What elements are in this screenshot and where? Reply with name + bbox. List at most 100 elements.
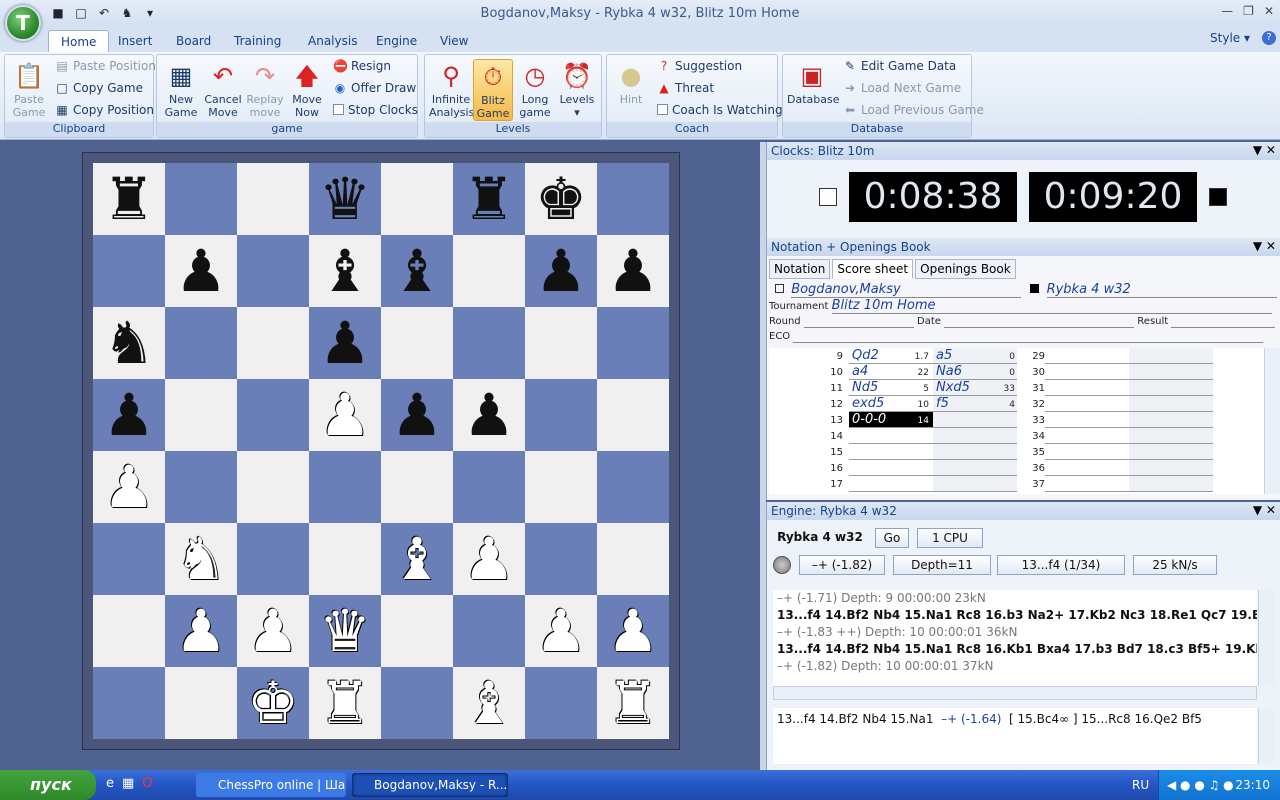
- black-move[interactable]: [933, 476, 1017, 492]
- white-pawn-icon[interactable]: ♟: [247, 595, 299, 667]
- square-e8[interactable]: [381, 163, 453, 235]
- database-button[interactable]: ▣ Database: [787, 59, 840, 121]
- square-h1[interactable]: ♜: [597, 667, 669, 739]
- square-f3[interactable]: ♟: [453, 523, 525, 595]
- stop-clocks-checkbox[interactable]: Stop Clocks: [333, 103, 418, 123]
- suggestion-button[interactable]: ? Suggestion: [657, 59, 742, 79]
- minimize-icon[interactable]: —: [1221, 4, 1233, 18]
- square-c1[interactable]: ♚: [237, 667, 309, 739]
- square-a3[interactable]: [93, 523, 165, 595]
- square-f5[interactable]: ♟: [453, 379, 525, 451]
- save-icon[interactable]: ■: [48, 3, 68, 23]
- new-game-button[interactable]: ▦ New Game: [161, 59, 201, 121]
- load-previous-game-button[interactable]: ⬅ Load Previous Game: [843, 103, 984, 123]
- white-move-right[interactable]: [1045, 460, 1129, 476]
- tab-notation[interactable]: Notation: [769, 259, 831, 279]
- square-b8[interactable]: [165, 163, 237, 235]
- copy-game-button[interactable]: □ Copy Game: [55, 81, 143, 101]
- square-e2[interactable]: [381, 595, 453, 667]
- white-move-right[interactable]: [1045, 444, 1129, 460]
- square-d3[interactable]: [309, 523, 381, 595]
- square-f4[interactable]: [453, 451, 525, 523]
- square-a8[interactable]: ♜: [93, 163, 165, 235]
- engine-line-moves[interactable]: 13...f4 14.Bf2 Nb4 15.Na1 Rc8 16.b3 Na2+…: [777, 607, 1257, 624]
- notation-scrollbar[interactable]: [1264, 348, 1280, 494]
- engine-line-moves[interactable]: 13...f4 14.Bf2 Nb4 15.Na1 Rc8 16.Kb1 Bxa…: [777, 641, 1257, 658]
- white-move-right[interactable]: [1045, 364, 1129, 380]
- black-knight-icon[interactable]: ♞: [103, 307, 155, 379]
- square-h4[interactable]: [597, 451, 669, 523]
- score-sheet[interactable]: 9 Qd2 1.7 a5 0 29 10 a4 22 Na6 0 30 11 Nd5 5 Nxd5 33 31 12…: [769, 348, 1265, 494]
- white-knight-icon[interactable]: ♞: [175, 523, 227, 595]
- black-move-right[interactable]: [1129, 444, 1213, 460]
- white-pawn-icon[interactable]: ♟: [103, 451, 155, 523]
- white-rook-icon[interactable]: ♜: [319, 667, 371, 739]
- document-icon[interactable]: □: [71, 3, 91, 23]
- square-c6[interactable]: [237, 307, 309, 379]
- taskbar-item-chesspro[interactable]: ChessPro online | Ша...: [196, 773, 346, 797]
- square-a6[interactable]: ♞: [93, 307, 165, 379]
- undo-icon[interactable]: ↶: [94, 3, 114, 23]
- edit-game-data-button[interactable]: ✎ Edit Game Data: [843, 59, 956, 79]
- black-bishop-icon[interactable]: ♝: [319, 235, 371, 307]
- engine-lines[interactable]: –+ (-1.71) Depth: 9 00:00:00 23kN 13...f4…: [773, 590, 1257, 686]
- square-b4[interactable]: [165, 451, 237, 523]
- square-c5[interactable]: [237, 379, 309, 451]
- square-b7[interactable]: ♟: [165, 235, 237, 307]
- square-f8[interactable]: ♜: [453, 163, 525, 235]
- square-f2[interactable]: [453, 595, 525, 667]
- offer-draw-button[interactable]: ◉ Offer Draw: [333, 81, 416, 101]
- square-g4[interactable]: [525, 451, 597, 523]
- square-g8[interactable]: ♚: [525, 163, 597, 235]
- help-icon[interactable]: ?: [1262, 31, 1276, 45]
- black-pawn-icon[interactable]: ♟: [319, 307, 371, 379]
- square-f6[interactable]: [453, 307, 525, 379]
- paste-position-button[interactable]: ▤ Paste Position: [55, 59, 156, 79]
- white-bishop-icon[interactable]: ♝: [463, 667, 515, 739]
- language-indicator[interactable]: RU: [1132, 778, 1149, 792]
- tab-engine[interactable]: Engine: [364, 30, 429, 52]
- engine-status-icon[interactable]: [773, 556, 791, 574]
- panel-controls[interactable]: ▼ ✕: [1253, 239, 1276, 253]
- square-f7[interactable]: [453, 235, 525, 307]
- square-b2[interactable]: ♟: [165, 595, 237, 667]
- black-move-right[interactable]: [1129, 412, 1213, 428]
- black-pawn-icon[interactable]: ♟: [391, 379, 443, 451]
- square-g5[interactable]: [525, 379, 597, 451]
- black-move[interactable]: [933, 460, 1017, 476]
- square-g3[interactable]: [525, 523, 597, 595]
- square-e7[interactable]: ♝: [381, 235, 453, 307]
- black-move-right[interactable]: [1129, 476, 1213, 492]
- white-move-right[interactable]: [1045, 428, 1129, 444]
- black-move-right[interactable]: [1129, 428, 1213, 444]
- engine-bottom-scrollbar[interactable]: [1258, 708, 1274, 764]
- square-c3[interactable]: [237, 523, 309, 595]
- go-button[interactable]: Go: [875, 528, 909, 548]
- black-queen-icon[interactable]: ♛: [319, 163, 371, 235]
- panel-controls[interactable]: ▼ ✕: [1253, 503, 1276, 517]
- square-a1[interactable]: [93, 667, 165, 739]
- load-next-game-button[interactable]: ➜ Load Next Game: [843, 81, 961, 101]
- square-e5[interactable]: ♟: [381, 379, 453, 451]
- white-queen-icon[interactable]: ♛: [319, 595, 371, 667]
- black-bishop-icon[interactable]: ♝: [391, 235, 443, 307]
- black-move[interactable]: [933, 428, 1017, 444]
- tab-training[interactable]: Training: [222, 30, 293, 52]
- tab-insert[interactable]: Insert: [106, 30, 164, 52]
- square-h3[interactable]: [597, 523, 669, 595]
- square-d5[interactable]: ♟: [309, 379, 381, 451]
- white-move[interactable]: [849, 444, 933, 460]
- panel-controls[interactable]: ▼ ✕: [1253, 143, 1276, 157]
- customize-icon[interactable]: ▾: [140, 3, 160, 23]
- white-pawn-icon[interactable]: ♟: [607, 595, 659, 667]
- black-king-icon[interactable]: ♚: [535, 163, 587, 235]
- square-d1[interactable]: ♜: [309, 667, 381, 739]
- square-h7[interactable]: ♟: [597, 235, 669, 307]
- white-move-right[interactable]: [1045, 348, 1129, 364]
- square-a5[interactable]: ♟: [93, 379, 165, 451]
- tab-view[interactable]: View: [428, 30, 480, 52]
- white-move-right[interactable]: [1045, 412, 1129, 428]
- square-g2[interactable]: ♟: [525, 595, 597, 667]
- chessboard[interactable]: ♜ ♛ ♜ ♚ ♟ ♝ ♝ ♟ ♟ ♞ ♟ ♟ ♟ ♟ ♟ ♟ ♞ ♝ ♟ ♟ ♟ ♛ ♟ ♟ ♚ ♜ ♝ ♜: [82, 152, 680, 750]
- engine-horizontal-scrollbar[interactable]: [773, 686, 1257, 700]
